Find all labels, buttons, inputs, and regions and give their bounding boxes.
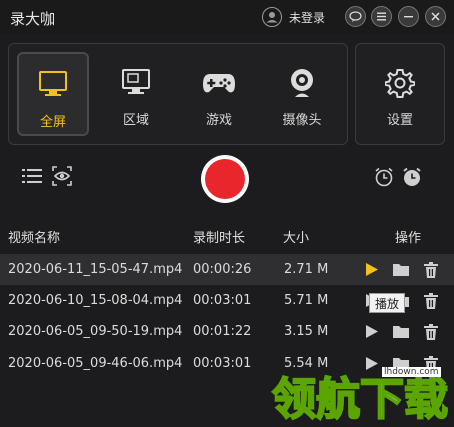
gear-icon: [385, 69, 415, 98]
play-tooltip: 播放: [369, 293, 405, 313]
mode-label: 区域: [122, 113, 149, 128]
play-icon[interactable]: [364, 324, 379, 339]
row-size: 2.71 M: [284, 262, 329, 277]
app-title: 录大咖: [10, 10, 56, 28]
timer-alarm-icon[interactable]: [402, 167, 422, 187]
row-file-name: 2020-06-11_15-05-47.mp4: [8, 262, 183, 277]
settings-label: 设置: [386, 113, 413, 128]
table-header: 视频名称 录制时长 大小 操作: [0, 219, 454, 249]
menu-icon[interactable]: [371, 6, 392, 27]
user-icon[interactable]: [262, 7, 282, 27]
row-file-name: 2020-06-05_09-50-19.mp4: [8, 324, 183, 339]
watermark-url: lhdown.com: [382, 367, 441, 377]
delete-icon[interactable]: [424, 324, 438, 340]
mode-label: 全屏: [39, 115, 66, 130]
row-duration: 00:03:01: [193, 293, 252, 308]
recording-modes-panel: 全屏 区域 游戏 摄像头: [8, 43, 348, 145]
delete-icon[interactable]: [424, 262, 438, 278]
close-icon[interactable]: [425, 6, 446, 27]
mode-label: 游戏: [205, 113, 232, 128]
folder-icon[interactable]: [392, 262, 410, 277]
mode-camera-button[interactable]: 摄像头: [266, 52, 338, 136]
watermark: 领航下载 lhdown.com: [271, 363, 452, 426]
row-file-name: 2020-06-10_15-08-04.mp4: [8, 293, 183, 308]
row-size: 3.15 M: [284, 324, 329, 339]
header-video-name: 视频名称: [8, 231, 61, 246]
record-button[interactable]: [200, 154, 250, 204]
mode-game-button[interactable]: 游戏: [183, 52, 255, 136]
scheduled-alarm-icon[interactable]: [374, 167, 394, 187]
gamepad-icon: [203, 74, 235, 93]
play-icon[interactable]: [364, 262, 379, 277]
table-row[interactable]: 2020-06-05_09-50-19.mp4 00:01:22 3.15 M: [0, 316, 454, 347]
feedback-icon[interactable]: [345, 6, 366, 27]
row-duration: 00:00:26: [193, 262, 252, 277]
mode-label: 摄像头: [282, 113, 322, 128]
mode-region-button[interactable]: 区域: [100, 52, 172, 136]
login-status[interactable]: 未登录: [289, 9, 325, 26]
minimize-icon[interactable]: [398, 6, 419, 27]
header-actions: 操作: [395, 231, 422, 246]
row-duration: 00:03:01: [193, 356, 252, 371]
header-size: 大小: [283, 231, 310, 246]
table-row[interactable]: 2020-06-11_15-05-47.mp4 00:00:26 2.71 M: [0, 254, 454, 285]
preview-icon[interactable]: [52, 166, 72, 186]
title-bar: 录大咖 未登录: [0, 0, 454, 34]
delete-icon[interactable]: [424, 293, 438, 309]
header-duration: 录制时长: [193, 231, 246, 246]
mode-fullscreen-button[interactable]: 全屏: [17, 52, 89, 136]
row-size: 5.71 M: [284, 293, 329, 308]
webcam-icon: [291, 69, 313, 97]
list-icon[interactable]: [22, 168, 42, 184]
row-file-name: 2020-06-05_09-46-06.mp4: [8, 356, 183, 371]
region-monitor-icon: [122, 69, 150, 94]
row-duration: 00:01:22: [193, 324, 252, 339]
monitor-icon: [39, 71, 67, 96]
settings-panel: 设置: [355, 43, 445, 145]
folder-icon[interactable]: [392, 324, 410, 339]
settings-button[interactable]: 设置: [364, 52, 436, 136]
